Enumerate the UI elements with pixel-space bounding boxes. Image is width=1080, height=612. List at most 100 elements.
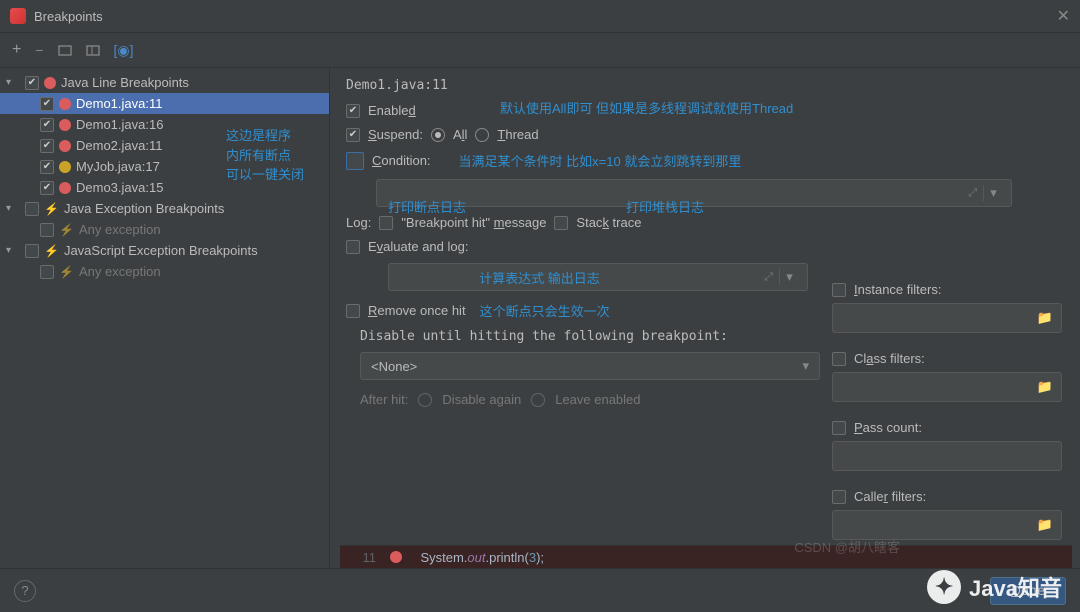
disable-until-select[interactable]: <None> ▾	[360, 352, 820, 380]
checkbox[interactable]	[40, 97, 54, 111]
window-title: Breakpoints	[34, 9, 1057, 24]
folder-icon[interactable]: 📁	[1029, 310, 1061, 326]
toolbar: + − [◉]	[0, 33, 1080, 68]
radio-thread[interactable]	[475, 128, 489, 142]
gutter-number: 11	[340, 550, 386, 565]
pass-count-input[interactable]	[832, 441, 1062, 471]
annotation-log-stack: 打印堆栈日志	[626, 197, 704, 216]
radio-thread-label: Thread	[497, 127, 538, 142]
tree-item[interactable]: ⚡ Any exception	[0, 261, 329, 282]
annotation-enabled: 默认使用All即可 但如果是多线程调试就使用Thread	[500, 98, 793, 117]
remove-once-checkbox[interactable]	[346, 304, 360, 318]
pass-count-label: Pass count:	[854, 420, 922, 435]
tree-label: Java Line Breakpoints	[61, 75, 189, 90]
radio-all[interactable]	[431, 128, 445, 142]
checkbox[interactable]	[40, 160, 54, 174]
condition-checkbox[interactable]	[346, 152, 364, 170]
tree-item[interactable]: ⚡ Any exception	[0, 219, 329, 240]
enabled-label: Enabled	[368, 103, 416, 118]
view-options-icon[interactable]: [◉]	[114, 42, 134, 59]
radio-leave-enabled[interactable]	[531, 393, 545, 407]
expand-icon[interactable]: ⤢	[764, 271, 773, 284]
checkbox[interactable]	[40, 265, 54, 279]
after-hit-label: After hit:	[360, 392, 408, 407]
done-button[interactable]: Done	[990, 577, 1066, 605]
chevron-down-icon[interactable]: ▾	[6, 77, 20, 88]
tree-group-java-ex[interactable]: ▾ ⚡ Java Exception Breakpoints	[0, 198, 329, 219]
annotation-log-bp: 打印断点日志	[388, 197, 466, 216]
tree-label: Demo1.java:11	[76, 96, 162, 111]
gutter-breakpoint[interactable]	[386, 551, 406, 563]
instance-filters-label: Instance filters:	[854, 282, 941, 297]
checkbox[interactable]	[25, 202, 39, 216]
annotation-eval: 计算表达式 输出日志	[479, 268, 600, 287]
enabled-checkbox[interactable]	[346, 104, 360, 118]
log-label: Log:	[346, 215, 371, 230]
remove-breakpoint-icon[interactable]: −	[35, 42, 43, 58]
caller-filters-input[interactable]: 📁	[832, 510, 1062, 540]
group-by-icon[interactable]	[58, 43, 72, 57]
breakpoint-icon	[59, 161, 71, 173]
chevron-down-icon[interactable]: ▾	[6, 203, 20, 214]
dropdown-icon[interactable]: ▾	[983, 185, 1003, 201]
radio-disable-again-label: Disable again	[442, 392, 521, 407]
select-value: <None>	[371, 359, 417, 374]
checkbox[interactable]	[40, 223, 54, 237]
annotation-remove: 这个断点只会生效一次	[480, 301, 610, 320]
eval-input[interactable]: 计算表达式 输出日志 ⤢ ▾	[388, 263, 808, 291]
lightning-icon: ⚡	[44, 244, 59, 258]
checkbox[interactable]	[40, 118, 54, 132]
lightning-icon: ⚡	[44, 202, 59, 216]
tree-item[interactable]: Demo1.java:11	[0, 93, 329, 114]
folder-icon[interactable]: 📁	[1029, 379, 1061, 395]
checkbox[interactable]	[40, 139, 54, 153]
lightning-icon: ⚡	[59, 265, 74, 279]
eval-checkbox[interactable]	[346, 240, 360, 254]
condition-label: Condition:	[372, 153, 431, 168]
suspend-checkbox[interactable]	[346, 128, 360, 142]
tree-group-line[interactable]: ▾ Java Line Breakpoints	[0, 72, 329, 93]
breakpoint-icon	[59, 140, 71, 152]
class-filters-label: Class filters:	[854, 351, 925, 366]
footer: ? Done	[0, 568, 1080, 612]
tree-label: Demo1.java:16	[76, 117, 163, 132]
log-bphit-checkbox[interactable]	[379, 216, 393, 230]
lightning-icon: ⚡	[59, 223, 74, 237]
tree-label: Demo2.java:11	[76, 138, 162, 153]
caller-filters-label: Caller filters:	[854, 489, 926, 504]
checkbox[interactable]	[25, 76, 39, 90]
pass-count-checkbox[interactable]	[832, 421, 846, 435]
dropdown-icon[interactable]: ▾	[802, 358, 809, 374]
annotation-tree: 这边是程序 内所有断点 可以一键关闭	[226, 126, 304, 185]
help-icon[interactable]: ?	[14, 580, 36, 602]
code-line: 11 System.out.println(3);	[340, 546, 1072, 568]
filters-panel: Instance filters: 📁 Class filters: 📁 Pas…	[832, 282, 1062, 558]
chevron-down-icon[interactable]: ▾	[6, 245, 20, 256]
radio-all-label: All	[453, 127, 467, 142]
tree-label: JavaScript Exception Breakpoints	[64, 243, 258, 258]
group-by-file-icon[interactable]	[86, 43, 100, 57]
breakpoint-path: Demo1.java:11	[346, 78, 1064, 93]
folder-icon[interactable]: 📁	[1029, 517, 1061, 533]
radio-disable-again[interactable]	[418, 393, 432, 407]
close-icon[interactable]: ✕	[1057, 6, 1070, 26]
class-filters-input[interactable]: 📁	[832, 372, 1062, 402]
log-stack-checkbox[interactable]	[554, 216, 568, 230]
instance-filters-checkbox[interactable]	[832, 283, 846, 297]
instance-filters-input[interactable]: 📁	[832, 303, 1062, 333]
checkbox[interactable]	[25, 244, 39, 258]
checkbox[interactable]	[40, 181, 54, 195]
class-filters-checkbox[interactable]	[832, 352, 846, 366]
dropdown-icon[interactable]: ▾	[779, 269, 799, 285]
breakpoint-icon	[44, 77, 56, 89]
tree-group-js-ex[interactable]: ▾ ⚡ JavaScript Exception Breakpoints	[0, 240, 329, 261]
expand-icon[interactable]: ⤢	[968, 187, 977, 200]
breakpoint-tree: ▾ Java Line Breakpoints Demo1.java:11 De…	[0, 68, 330, 610]
tree-label: Any exception	[79, 264, 161, 279]
breakpoint-icon	[59, 98, 71, 110]
annotation-condition: 当满足某个条件时 比如x=10 就会立刻跳转到那里	[459, 151, 742, 170]
csdn-watermark: CSDN @胡八瞎客	[794, 537, 900, 556]
caller-filters-checkbox[interactable]	[832, 490, 846, 504]
log-bphit-label: "Breakpoint hit" message	[401, 215, 546, 230]
add-breakpoint-icon[interactable]: +	[12, 41, 21, 59]
